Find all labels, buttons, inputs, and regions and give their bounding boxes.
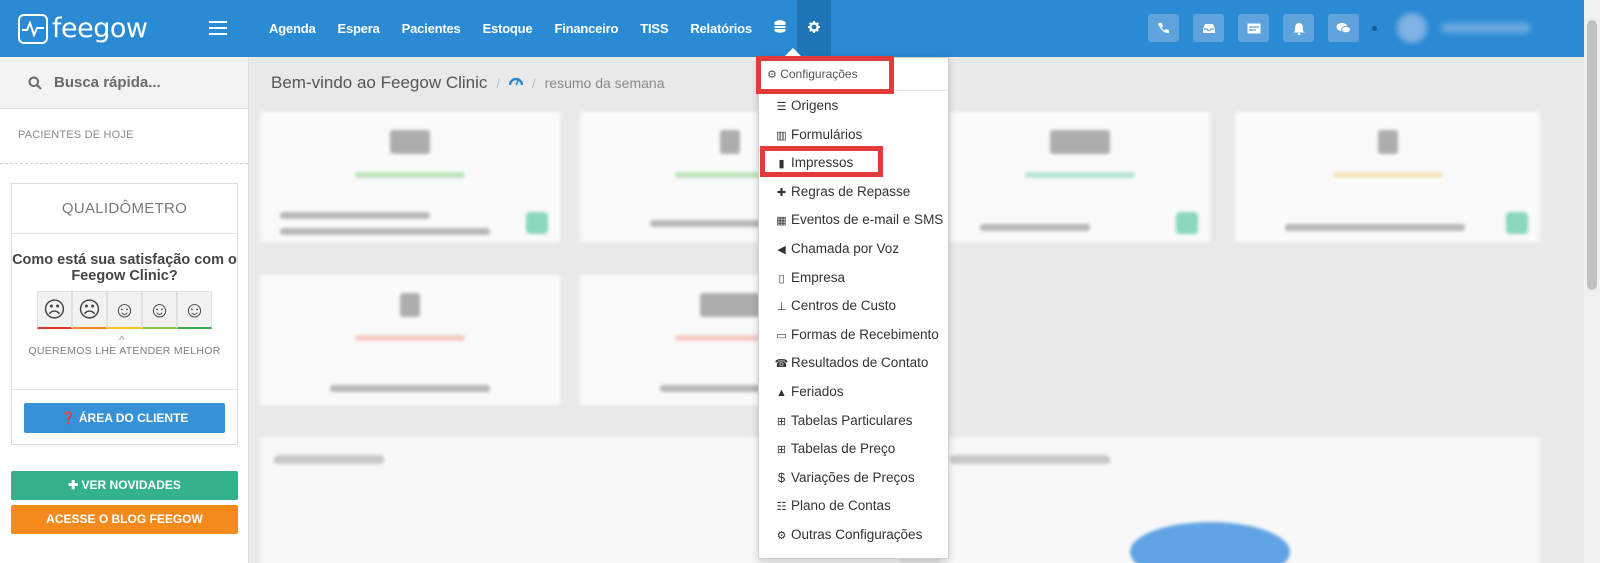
puzzle-icon: ✚ [776, 186, 787, 199]
calendar-icon: ▦ [776, 215, 787, 228]
menu-item-variacoes-precos[interactable]: $ Variações de Preços [759, 464, 948, 493]
user-name-blurred [1441, 23, 1531, 33]
settings-dropdown: ⚙ Configurações ☰ Origens ▥ Formulários ▮ I… [758, 57, 949, 559]
nav-item-tiss[interactable]: TISS [629, 0, 679, 57]
satisfaction-faces: ☹ ☹ ☺ ☺ ☺ [37, 291, 237, 329]
phone-icon[interactable] [1148, 14, 1179, 42]
search-icon [28, 76, 42, 90]
topbar-actions [1148, 14, 1373, 42]
menu-toggle-icon[interactable] [209, 21, 227, 35]
status-dot [1372, 25, 1377, 31]
qualidometro-footer: ❓ ÁREA DO CLIENTE [12, 389, 237, 445]
menu-item-plano-contas[interactable]: ☷ Plano de Contas [759, 492, 948, 521]
face-very-unhappy-icon[interactable]: ☹ [37, 291, 72, 329]
dashboard-icon[interactable] [508, 74, 524, 92]
breadcrumb-current: resumo da semana [544, 75, 665, 91]
building-icon: ▯ [778, 272, 785, 285]
bell-icon[interactable] [1283, 14, 1314, 42]
chart-panel [940, 437, 1540, 563]
satisfaction-question: Como está sua satisfação com o Feegow Cl… [12, 252, 237, 284]
qualidometro-title: QUALIDÔMETRO [12, 184, 237, 234]
quick-search[interactable]: Busca rápida... [0, 57, 248, 109]
scrollbar-thumb[interactable] [1587, 20, 1597, 290]
stats-card [1235, 112, 1540, 242]
nav-item-estoque[interactable]: Estoque [472, 0, 544, 57]
chat-icon[interactable] [1328, 14, 1359, 42]
nav-item-espera[interactable]: Espera [326, 0, 390, 57]
nav-item-relatorios[interactable]: Relatórios [679, 0, 763, 57]
table-icon: ⊞ [776, 444, 787, 457]
logo-mark-icon [18, 13, 48, 44]
client-area-button[interactable]: ❓ ÁREA DO CLIENTE [24, 403, 225, 433]
menu-item-formularios[interactable]: ▥ Formulários [759, 121, 948, 150]
brand-name: feegow [52, 13, 148, 44]
page-title: Bem-vindo ao Feegow Clinic [271, 73, 488, 92]
volume-icon: ◀ [777, 243, 786, 256]
menu-item-formas-recebimento[interactable]: ▭ Formas de Recebimento [759, 321, 948, 350]
menu-item-outras-configuracoes[interactable]: ⚙ Outras Configurações [759, 521, 948, 550]
face-very-happy-icon[interactable]: ☺ [177, 291, 212, 329]
sitemap-icon: ⊥ [776, 301, 787, 314]
phone-icon: ☎ [774, 358, 789, 371]
table-icon: ⊞ [776, 415, 787, 428]
face-happy-icon[interactable]: ☺ [142, 291, 177, 329]
sidebar: Busca rápida... PACIENTES DE HOJE QUALID… [0, 57, 249, 563]
news-button[interactable]: ✚ VER NOVIDADES [11, 471, 238, 500]
breadcrumb-separator: / [496, 75, 501, 91]
face-unhappy-icon[interactable]: ☹ [72, 291, 107, 329]
nav-item-financeiro[interactable]: Financeiro [543, 0, 629, 57]
inbox-icon[interactable] [1193, 14, 1224, 42]
search-input[interactable]: Busca rápida... [54, 74, 161, 91]
breadcrumb: Bem-vindo ao Feegow Clinic / / resumo da… [271, 73, 664, 93]
stats-card [260, 275, 560, 405]
blog-button[interactable]: ACESSE O BLOG FEEGOW [11, 505, 238, 534]
question-circle-icon: ❓ [60, 411, 76, 425]
menu-item-tabelas-preco[interactable]: ⊞ Tabelas de Preço [759, 435, 948, 464]
avatar [1397, 13, 1427, 43]
chevron-up-icon: ^ [119, 333, 125, 347]
nav-item-agenda[interactable]: Agenda [258, 0, 326, 57]
menu-item-origens[interactable]: ☰ Origens [759, 92, 948, 121]
user-menu[interactable] [1372, 8, 1572, 48]
stats-card [260, 112, 560, 242]
menu-item-tabelas-particulares[interactable]: ⊞ Tabelas Particulares [759, 407, 948, 436]
breadcrumb-separator: / [532, 75, 536, 91]
menu-item-chamada-voz[interactable]: ◀ Chamada por Voz [759, 235, 948, 264]
list-alt-icon: ☷ [776, 501, 787, 514]
road-icon: ▲ [776, 386, 787, 399]
qualidometro-subtitle: ^ QUEREMOS LHE ATENDER MELHOR [28, 333, 221, 357]
menu-item-empresa[interactable]: ▯ Empresa [759, 264, 948, 293]
highlight-impressos [760, 146, 883, 177]
nav-item-pacientes[interactable]: Pacientes [391, 0, 472, 57]
cogs-icon: ⚙ [776, 529, 787, 542]
menu-item-feriados[interactable]: ▲ Feriados [759, 378, 948, 407]
section-label-pacientes-hoje: PACIENTES DE HOJE [0, 109, 248, 164]
menu-item-centros-custo[interactable]: ⊥ Centros de Custo [759, 292, 948, 321]
page-scrollbar[interactable] [1584, 0, 1600, 563]
menu-item-resultados-contato[interactable]: ☎ Resultados de Contato [759, 349, 948, 378]
top-navbar: feegow Agenda Espera Pacientes Estoque F… [0, 0, 1584, 57]
qualidometro-widget: QUALIDÔMETRO Como está sua satisfação co… [11, 183, 238, 445]
main-nav: Agenda Espera Pacientes Estoque Financei… [258, 0, 831, 57]
highlight-configuracoes [756, 56, 894, 94]
card-icon[interactable] [1238, 14, 1269, 42]
menu-item-regras-repasse[interactable]: ✚ Regras de Repasse [759, 178, 948, 207]
list-icon: ☰ [776, 101, 787, 113]
plus-icon: ✚ [68, 478, 82, 492]
face-neutral-icon[interactable]: ☺ [107, 291, 142, 329]
credit-card-icon: ▭ [776, 329, 787, 342]
dollar-icon: $ [777, 469, 786, 485]
menu-item-eventos-email-sms[interactable]: ▦ Eventos de e-mail e SMS [759, 206, 948, 235]
stats-card [950, 112, 1210, 242]
